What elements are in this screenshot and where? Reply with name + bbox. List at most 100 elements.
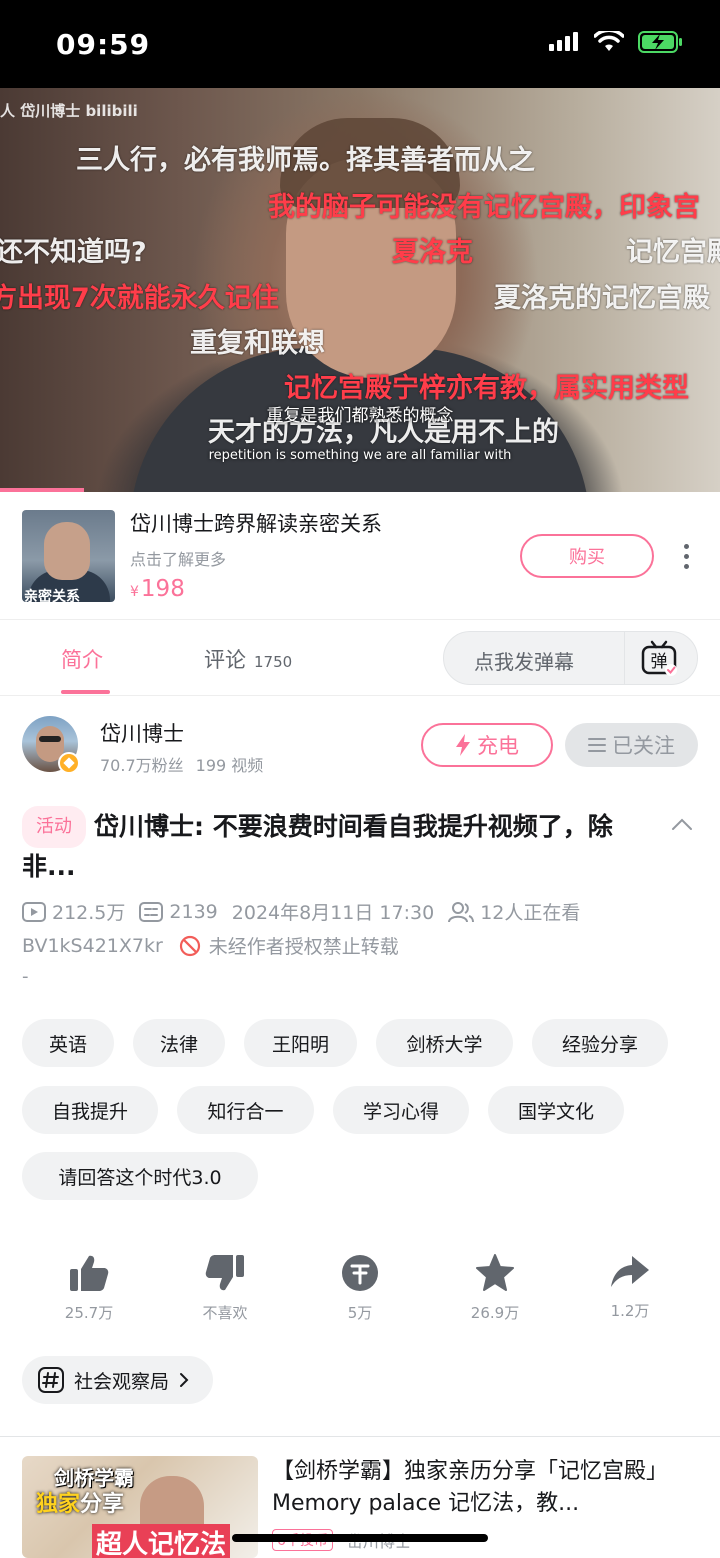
lightning-icon (456, 734, 470, 756)
tag-chip[interactable]: 法律 (133, 1019, 225, 1067)
thumb-face (44, 522, 90, 580)
coin-count: 5万 (347, 1304, 373, 1322)
danmaku-item: 我的脑子可能没有记忆宫殿，印象宫 (268, 192, 700, 223)
danmaku-item: 三人行，必有我师焉。择其善者而从之 (76, 145, 535, 176)
recommended-title[interactable]: 【剑桥学霸】独家亲历分享「记忆宫殿」Memory palace 记忆法，教... (272, 1456, 692, 1520)
tag-chip[interactable]: 经验分享 (532, 1019, 668, 1067)
tag-chip[interactable]: 剑桥大学 (376, 1019, 513, 1067)
play-count-icon (22, 901, 46, 922)
followed-button[interactable]: 已关注 (565, 723, 698, 767)
prohibited-icon (179, 935, 200, 956)
recommended-thumbnail[interactable]: 剑桥学霸 独家分享 超人记忆法 (22, 1456, 258, 1558)
menu-lines-icon (588, 738, 606, 752)
promo-card[interactable]: 亲密关系 岱川博士跨界解读亲密关系 点击了解更多 ¥198 购买 (0, 492, 720, 620)
chevron-right-icon (180, 1373, 189, 1387)
subtitle-chinese: 重复是我们都熟悉的概念 (266, 406, 454, 426)
promo-price: ¥198 (130, 576, 185, 602)
buy-button[interactable]: 购买 (520, 534, 654, 578)
danmaku-count-item: 2139 (139, 900, 218, 923)
thumbs-down-icon (205, 1255, 244, 1291)
channel-chip[interactable]: 社会观察局 (22, 1356, 214, 1404)
coin-button[interactable]: 5万 (315, 1254, 405, 1323)
view-count: 212.5万 (52, 902, 126, 924)
like-button[interactable]: 25.7万 (44, 1254, 134, 1323)
video-title-text: 岱川博士: 不要浪费时间看自我提升视频了，除非... (22, 812, 613, 881)
currency-symbol: ¥ (130, 584, 139, 600)
tab-comments-label: 评论 (204, 648, 246, 672)
bvid[interactable]: BV1kS421X7kr (22, 935, 163, 957)
share-arrow-icon (611, 1256, 649, 1287)
uploader-video-count: 199 视频 (195, 756, 264, 775)
chevron-up-icon[interactable] (671, 817, 693, 831)
tab-intro[interactable]: 简介 (61, 644, 103, 674)
danmaku-item: 夏洛克的记忆宫殿 (494, 283, 710, 314)
charge-label: 充电 (477, 734, 519, 758)
promo-more-link[interactable]: 点击了解更多 (130, 546, 226, 570)
no-repost-notice: 未经作者授权禁止转载 (179, 932, 399, 959)
status-bar: 09:59 (0, 0, 720, 88)
dislike-label: 不喜欢 (202, 1304, 248, 1322)
video-watermark: 人 岱川博士 bilibili (0, 102, 138, 120)
uploader-fans: 70.7万粉丝 (100, 756, 184, 775)
uploader-name[interactable]: 岱川博士 (100, 718, 184, 748)
danmaku-item: 记忆宫殿 (626, 237, 720, 268)
danmaku-item: 方出现7次就能永久记住 (0, 283, 279, 314)
share-count: 1.2万 (610, 1302, 650, 1320)
views-item: 212.5万 (22, 898, 125, 925)
rec-thumb-text2: 独家分享 (36, 1486, 124, 1518)
video-description: - (22, 966, 29, 987)
danmaku-count: 2139 (169, 900, 218, 923)
danmaku-toggle-icon[interactable]: 弹 (640, 640, 678, 678)
video-title: 活动 岱川博士: 不要浪费时间看自我提升视频了，除非... (22, 806, 642, 886)
video-meta: 212.5万 2139 2024年8月11日 17:30 12人正在看 (22, 898, 594, 925)
star-icon (476, 1254, 514, 1291)
rec-thumb-text2b: 分享 (80, 1492, 125, 1517)
no-repost-text: 未经作者授权禁止转载 (208, 936, 399, 958)
video-player[interactable]: 人 岱川博士 bilibili 三人行，必有我师焉。择其善者而从之 我的脑子可能… (0, 88, 720, 492)
danmaku-item: 重复和联想 (190, 328, 325, 359)
tag-chip[interactable]: 学习心得 (333, 1086, 469, 1134)
danmaku-icon-char: 弹 (651, 652, 668, 672)
favorite-button[interactable]: 26.9万 (450, 1254, 540, 1323)
coin-icon (342, 1255, 378, 1291)
tag-chip[interactable]: 英语 (22, 1019, 114, 1067)
rec-thumb-text2a: 独家 (36, 1492, 81, 1517)
rec-thumb-text3: 超人记忆法 (92, 1524, 231, 1558)
promo-thumbnail[interactable]: 亲密关系 (22, 510, 115, 602)
activity-tag[interactable]: 活动 (22, 806, 86, 848)
danmaku-count-icon (139, 901, 164, 922)
followed-label: 已关注 (612, 734, 675, 758)
dislike-button[interactable]: 不喜欢 (180, 1254, 270, 1323)
watching-item: 12人正在看 (448, 898, 580, 925)
subtitle-english: repetition is something we are all famil… (208, 448, 512, 463)
tag-chip[interactable]: 自我提升 (22, 1086, 158, 1134)
promo-title[interactable]: 岱川博士跨界解读亲密关系 (130, 508, 382, 538)
wifi-icon (594, 31, 624, 51)
price-value: 198 (140, 576, 185, 602)
share-button[interactable]: 1.2万 (585, 1254, 675, 1321)
tag-chip[interactable]: 知行合一 (177, 1086, 314, 1134)
more-options-icon[interactable] (682, 544, 690, 569)
video-meta-secondary: BV1kS421X7kr 未经作者授权禁止转载 (22, 932, 399, 959)
tag-chip[interactable]: 国学文化 (488, 1086, 624, 1134)
danmaku-item: 夏洛克 (392, 237, 473, 268)
charge-button[interactable]: 充电 (421, 723, 553, 767)
uploader-stats: 70.7万粉丝 199 视频 (100, 752, 263, 776)
tag-chip[interactable]: 请回答这个时代3.0 (22, 1152, 258, 1200)
cellular-signal-icon (549, 32, 578, 51)
favorite-count: 26.9万 (470, 1304, 520, 1322)
danmaku-item: 记忆宫殿宁梓亦有教，属实用类型 (284, 373, 689, 404)
like-count: 25.7万 (64, 1304, 114, 1322)
section-divider (0, 1436, 720, 1437)
tab-comments[interactable]: 评论 1750 (204, 644, 292, 674)
danmaku-input[interactable]: 点我发弹幕 弹 (443, 631, 698, 685)
danmaku-item: 还不知道吗? (0, 237, 147, 268)
tag-chip[interactable]: 王阳明 (244, 1019, 357, 1067)
status-icons (548, 30, 684, 54)
battery-charging-icon (638, 31, 682, 53)
home-indicator[interactable] (232, 1534, 488, 1542)
tab-active-indicator (61, 690, 110, 694)
thumbs-up-icon (70, 1255, 109, 1291)
publish-date: 2024年8月11日 17:30 (231, 902, 435, 924)
verified-badge-icon (58, 752, 80, 774)
